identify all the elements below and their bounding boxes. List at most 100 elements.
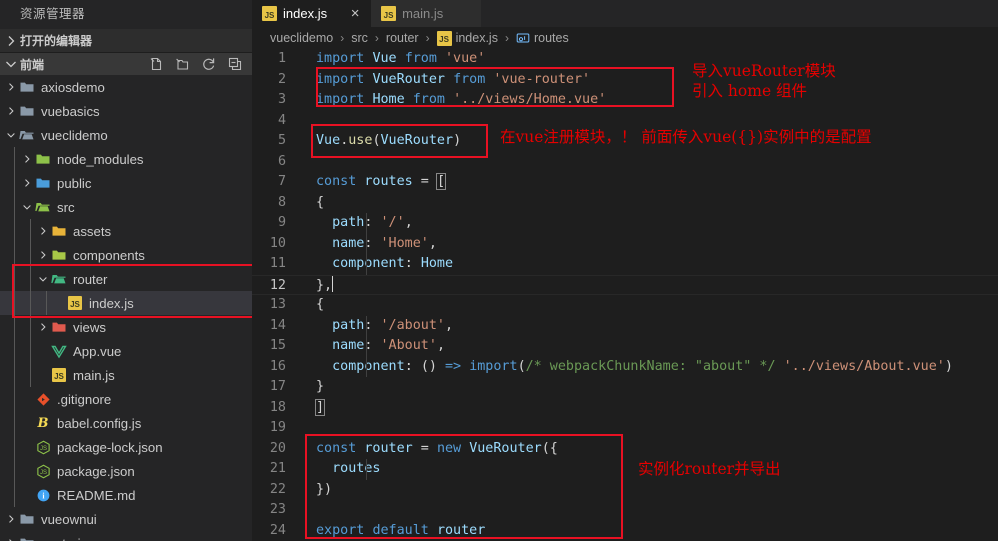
line-number: 20 (269, 440, 286, 456)
code-editor[interactable]: 1 import Vue from 'vue' 2 import VueRouter … (252, 49, 998, 541)
tree-folder-vuetrain[interactable]: vuetrain (0, 531, 252, 541)
code-line[interactable]: 13 { (252, 295, 998, 316)
code-line-text[interactable]: component: () => import(/* webpackChunkN… (302, 356, 998, 377)
code-line[interactable]: 14 path: '/about', (252, 315, 998, 336)
collapse-all-icon[interactable] (226, 56, 243, 73)
code-line[interactable]: 9 path: '/', (252, 213, 998, 234)
code-line-text[interactable]: import Vue from 'vue' (302, 49, 998, 70)
chevron-right-icon[interactable] (4, 103, 18, 119)
code-line[interactable]: 23 (252, 500, 998, 521)
code-line[interactable]: 7 const routes = [ (252, 172, 998, 193)
code-line-text[interactable] (302, 500, 998, 521)
code-line-text[interactable]: component: Home (302, 254, 998, 275)
breadcrumb-item-router[interactable]: router (386, 31, 419, 45)
tree-folder-axiosdemo[interactable]: axiosdemo (0, 75, 252, 99)
code-line-text[interactable]: }) (302, 480, 998, 501)
code-line-text[interactable]: ] (302, 398, 998, 419)
code-line[interactable]: 15 name: 'About', (252, 336, 998, 357)
tree-folder-vueclidemo[interactable]: vueclidemo (0, 123, 252, 147)
new-folder-icon[interactable] (174, 56, 191, 73)
chevron-right-icon[interactable] (36, 223, 50, 239)
code-line-text[interactable]: { (302, 193, 998, 214)
code-line[interactable]: 6 (252, 152, 998, 173)
code-line-text[interactable]: path: '/about', (302, 315, 998, 336)
code-line[interactable]: 19 (252, 418, 998, 439)
code-line-text[interactable]: name: 'About', (302, 336, 998, 357)
tree-folder-node-modules[interactable]: node_modules (0, 147, 252, 171)
code-line-text[interactable]: path: '/', (302, 213, 998, 234)
code-line-text[interactable]: const router = new VueRouter({ (302, 439, 998, 460)
code-line[interactable]: 2 import VueRouter from 'vue-router' (252, 70, 998, 91)
code-line[interactable]: 21 routes (252, 459, 998, 480)
tree-file-readme-md[interactable]: i README.md (0, 483, 252, 507)
code-line[interactable]: 1 import Vue from 'vue' (252, 49, 998, 70)
tab-main-js[interactable]: JS main.js (371, 0, 482, 27)
tree-folder-views[interactable]: views (0, 315, 252, 339)
tree-folder-vuebasics[interactable]: vuebasics (0, 99, 252, 123)
code-line-text[interactable]: import Home from '../views/Home.vue' (302, 90, 998, 111)
chevron-down-icon[interactable] (36, 271, 50, 287)
code-line[interactable]: 17} (252, 377, 998, 398)
code-line-text[interactable]: name: 'Home', (302, 233, 998, 254)
tree-file-package-lock-json[interactable]: JS package-lock.json (0, 435, 252, 459)
section-workspace[interactable]: 前端 (0, 52, 252, 75)
code-line-text[interactable]: { (302, 295, 998, 316)
chevron-down-icon[interactable] (2, 55, 20, 73)
code-line[interactable]: 11 component: Home (252, 254, 998, 275)
refresh-icon[interactable] (200, 56, 217, 73)
code-line[interactable]: 8{ (252, 193, 998, 214)
breadcrumb-item-index-js[interactable]: JS index.js (436, 30, 498, 46)
code-line[interactable]: 18] (252, 398, 998, 419)
tree-folder-assets[interactable]: assets (0, 219, 252, 243)
code-line[interactable]: 10 name: 'Home', (252, 233, 998, 254)
code-line-text[interactable]: const routes = [ (302, 172, 998, 193)
tree-file-index-js[interactable]: JS index.js (0, 291, 252, 315)
tree-file-main-js[interactable]: JS main.js (0, 363, 252, 387)
chevron-right-icon[interactable] (36, 247, 50, 263)
tree-folder-public[interactable]: public (0, 171, 252, 195)
tree-file-gitignore[interactable]: .gitignore (0, 387, 252, 411)
code-indent-guide (366, 213, 367, 234)
code-line[interactable]: 16 component: () => import(/* webpackChu… (252, 356, 998, 377)
chevron-right-icon[interactable] (4, 511, 18, 527)
folder-src-icon (34, 199, 52, 215)
code-line-text[interactable]: }, (302, 275, 998, 295)
code-line-text[interactable] (302, 152, 998, 173)
breadcrumb-item-src[interactable]: src (351, 31, 368, 45)
chevron-right-icon[interactable] (20, 151, 34, 167)
chevron-down-icon[interactable] (20, 199, 34, 215)
code-line[interactable]: 12}, (252, 274, 998, 295)
breadcrumb-item-routes[interactable]: routes (516, 31, 569, 45)
chevron-right-icon[interactable] (4, 535, 18, 541)
tab-index-js[interactable]: JS index.js × (252, 0, 372, 27)
code-line[interactable]: 24 export default router (252, 521, 998, 541)
chevron-right-icon[interactable] (36, 319, 50, 335)
code-line-text[interactable] (302, 418, 998, 439)
tree-file-babel-config-js[interactable]: Bbabel.config.js (0, 411, 252, 435)
vscode-window: 资源管理器 打开的编辑器 前端 axiosdemo vuebasics vuec… (0, 0, 998, 541)
tree-file-app-vue[interactable]: App.vue (0, 339, 252, 363)
code-line[interactable]: 20 const router = new VueRouter({ (252, 439, 998, 460)
breadcrumb-item-vueclidemo[interactable]: vueclidemo (270, 31, 333, 45)
code-line-text[interactable]: } (302, 377, 998, 398)
tree-folder-router[interactable]: router (0, 267, 252, 291)
tree-folder-components[interactable]: components (0, 243, 252, 267)
chevron-right-icon[interactable] (2, 32, 20, 50)
code-line-text[interactable]: import VueRouter from 'vue-router' (302, 70, 998, 91)
code-line[interactable]: 3 import Home from '../views/Home.vue' (252, 90, 998, 111)
close-icon[interactable]: × (347, 6, 363, 22)
tree-folder-vueownui[interactable]: vueownui (0, 507, 252, 531)
code-line-text[interactable]: export default router (302, 521, 998, 541)
babel-file-icon: B (37, 415, 49, 431)
file-tree[interactable]: axiosdemo vuebasics vueclidemo node_modules… (0, 75, 252, 541)
chevron-right-icon[interactable] (20, 175, 34, 191)
chevron-right-icon[interactable] (4, 79, 18, 95)
code-line[interactable]: 22}) (252, 480, 998, 501)
chevron-down-icon[interactable] (4, 127, 18, 143)
section-open-editors[interactable]: 打开的编辑器 (0, 29, 252, 52)
tree-file-package-json[interactable]: JS package.json (0, 459, 252, 483)
tree-folder-src[interactable]: src (0, 195, 252, 219)
new-file-icon[interactable] (148, 56, 165, 73)
line-number: 8 (277, 194, 286, 210)
